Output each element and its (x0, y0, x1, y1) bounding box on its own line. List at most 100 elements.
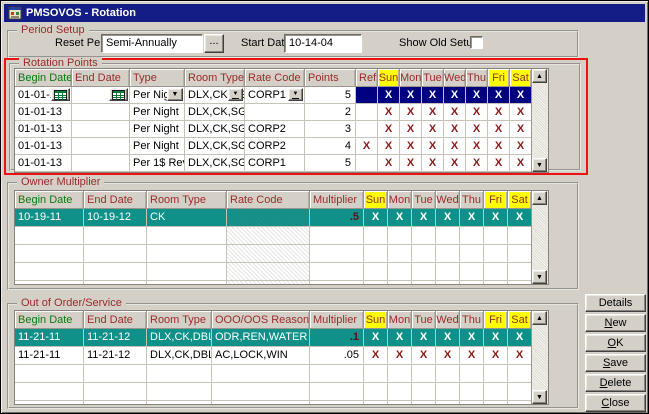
cell-day-thu[interactable]: X (460, 347, 484, 365)
cell-day-thu[interactable]: X (460, 209, 484, 227)
cell-ref[interactable] (356, 121, 378, 138)
cell-day-thu[interactable]: X (460, 329, 484, 347)
cell-day-mon[interactable]: X (400, 121, 422, 138)
cell-end[interactable]: 10-19-12 (84, 209, 147, 227)
cell-day-thu[interactable]: X (466, 121, 488, 138)
cell-mult[interactable]: .05 (310, 347, 364, 365)
cell-rate[interactable] (245, 104, 305, 121)
cell-mult[interactable]: .5 (310, 209, 364, 227)
cell-ref[interactable] (356, 104, 378, 121)
cell-day-mon[interactable]: X (388, 209, 412, 227)
cell-day-fri[interactable]: X (484, 347, 508, 365)
scrollbar-up-button[interactable]: ▲ (532, 311, 547, 325)
cell-day-mon[interactable]: X (400, 138, 422, 155)
cell-day-sun[interactable]: X (378, 138, 400, 155)
cell-room[interactable]: DLX,CK,SGK,KO (185, 104, 245, 121)
cell-ref[interactable] (356, 87, 378, 104)
cell-day-mon[interactable]: X (400, 87, 422, 104)
cell-type[interactable]: Per Night▼ (130, 87, 185, 104)
cell-begin[interactable]: 11-21-11 (15, 329, 84, 347)
cell-day-mon[interactable]: X (388, 347, 412, 365)
cell-room[interactable]: CK (147, 209, 227, 227)
cell-day-wed[interactable]: X (444, 87, 466, 104)
cell-day-tue[interactable]: X (422, 121, 444, 138)
cell-mult[interactable]: .1 (310, 329, 364, 347)
cell-type[interactable]: Per Night (130, 104, 185, 121)
cell-day-sun[interactable]: X (378, 87, 400, 104)
cell-day-sat[interactable]: X (510, 155, 532, 172)
rotation-points-scrollbar[interactable]: ▲ ▼ (531, 69, 548, 172)
scrollbar-up-button[interactable]: ▲ (532, 69, 547, 83)
cell-points[interactable]: 3 (305, 121, 356, 138)
cell-rate[interactable]: CORP2 (245, 138, 305, 155)
cell-type[interactable]: Per 1$ Revenu (130, 155, 185, 172)
calendar-button[interactable] (109, 88, 128, 101)
cell-day-thu[interactable]: X (466, 87, 488, 104)
reset-period-field[interactable]: Semi-Annually (101, 34, 203, 53)
cell-type[interactable]: Per Night (130, 138, 185, 155)
cell-begin[interactable]: 01-01-13 (15, 138, 72, 155)
list-values-button[interactable]: ▼ (288, 88, 303, 101)
cell-room[interactable]: DLX,CK,DBL (147, 329, 212, 347)
cell-room[interactable]: DLX,CK,SGK,KO (185, 138, 245, 155)
cell-day-wed[interactable]: X (436, 209, 460, 227)
cell-begin[interactable]: 01-01-13 (15, 155, 72, 172)
cell-day-mon[interactable]: X (400, 104, 422, 121)
cell-room[interactable]: DLX,CK,DBL (147, 347, 212, 365)
out-of-order-scrollbar[interactable]: ▲ ▼ (531, 311, 548, 404)
cell-day-fri[interactable]: X (488, 121, 510, 138)
cell-begin[interactable]: 01-01-13 (15, 87, 72, 104)
cell-day-sat[interactable]: X (510, 104, 532, 121)
cell-rate[interactable]: CORP1 (245, 155, 305, 172)
cell-day-fri[interactable]: X (488, 87, 510, 104)
cell-day-sat[interactable]: X (510, 87, 532, 104)
cell-begin[interactable]: 01-01-13 (15, 104, 72, 121)
cell-day-sun[interactable]: X (364, 347, 388, 365)
cell-day-sun[interactable]: X (378, 155, 400, 172)
cell-end[interactable]: 11-21-12 (84, 329, 147, 347)
cell-room[interactable]: DLX,CK,SGK,KO (185, 155, 245, 172)
cell-day-mon[interactable]: X (388, 329, 412, 347)
scrollbar-down-button[interactable]: ▼ (532, 390, 547, 404)
cell-day-sat[interactable]: X (510, 121, 532, 138)
cell-rate[interactable]: CORP1▼ (245, 87, 305, 104)
owner-multiplier-scrollbar[interactable]: ▲ ▼ (531, 191, 548, 284)
start-date-field[interactable]: 10-14-04 (284, 34, 362, 53)
cell-day-fri[interactable]: X (488, 155, 510, 172)
save-button[interactable]: Save (585, 354, 646, 372)
cell-day-tue[interactable]: X (412, 347, 436, 365)
calendar-button[interactable] (51, 88, 70, 101)
cell-end[interactable] (72, 87, 130, 104)
cell-day-tue[interactable]: X (422, 138, 444, 155)
cell-day-sun[interactable]: X (364, 329, 388, 347)
cell-day-wed[interactable]: X (444, 104, 466, 121)
cell-ref[interactable]: X (356, 138, 378, 155)
cell-day-sun[interactable]: X (378, 104, 400, 121)
cell-day-wed[interactable]: X (444, 121, 466, 138)
cell-points[interactable]: 5 (305, 155, 356, 172)
cell-day-sat[interactable]: X (510, 138, 532, 155)
cell-day-thu[interactable]: X (466, 104, 488, 121)
cell-begin[interactable]: 01-01-13 (15, 121, 72, 138)
cell-reason[interactable]: ODR,REN,WATER (212, 329, 310, 347)
cell-begin[interactable]: 11-21-11 (15, 347, 84, 365)
dropdown-arrow-button[interactable]: ▼ (167, 88, 183, 101)
cell-day-tue[interactable]: X (422, 155, 444, 172)
cell-begin[interactable]: 10-19-11 (15, 209, 84, 227)
cell-day-fri[interactable]: X (488, 104, 510, 121)
cell-end[interactable] (72, 155, 130, 172)
cell-day-wed[interactable]: X (436, 347, 460, 365)
list-values-button[interactable]: ▼ (228, 88, 243, 101)
cell-day-sat[interactable]: X (508, 347, 532, 365)
close-button[interactable]: Close (585, 394, 646, 412)
cell-day-fri[interactable]: X (484, 209, 508, 227)
cell-rate[interactable] (227, 209, 310, 227)
titlebar[interactable]: PMSOVOS - Rotation (4, 4, 645, 22)
cell-type[interactable]: Per Night (130, 121, 185, 138)
ok-button[interactable]: OK (585, 334, 646, 352)
delete-button[interactable]: Delete (585, 374, 646, 392)
scrollbar-down-button[interactable]: ▼ (532, 158, 547, 172)
cell-day-fri[interactable]: X (488, 138, 510, 155)
cell-day-tue[interactable]: X (422, 104, 444, 121)
cell-day-sun[interactable]: X (378, 121, 400, 138)
